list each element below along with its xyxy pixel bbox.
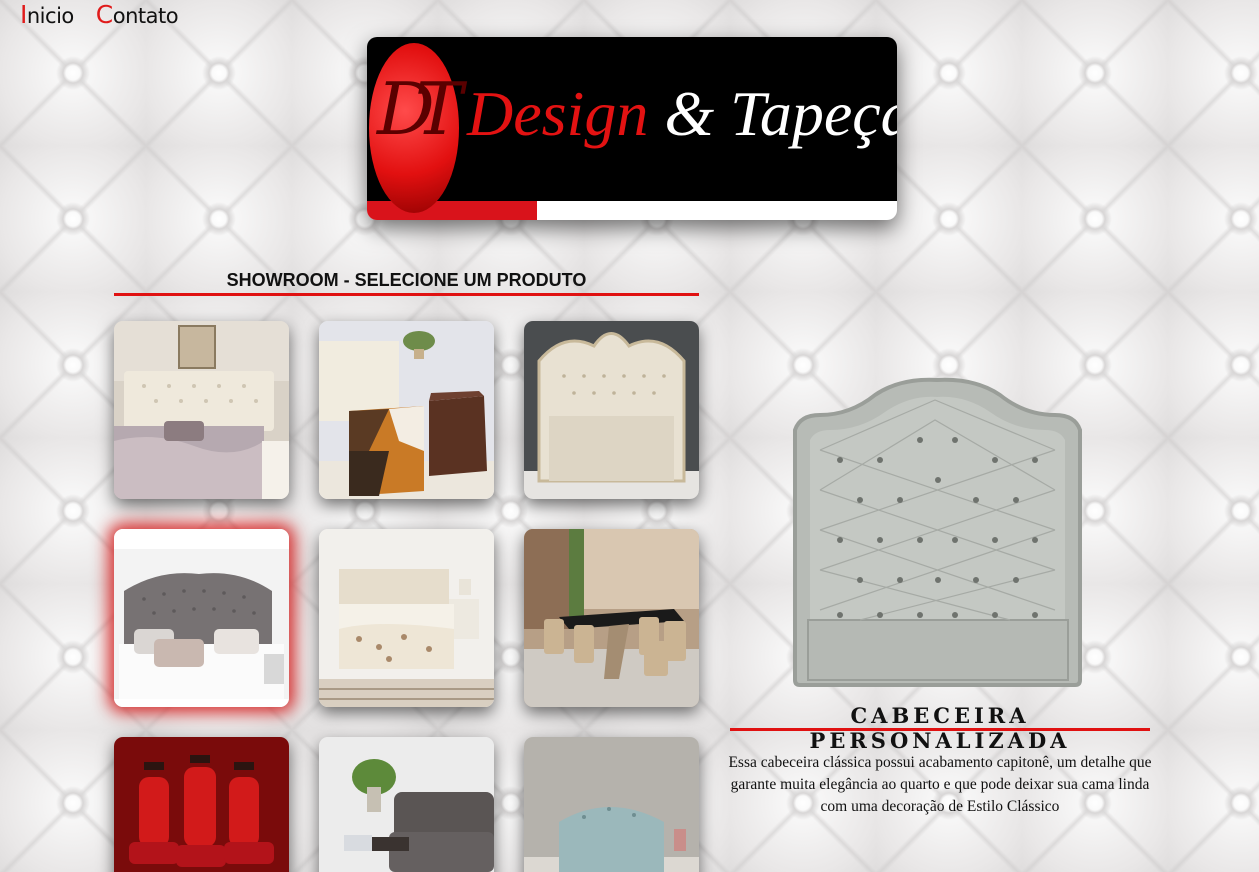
logo-word-tapecaria: Tapeçaria <box>730 78 897 149</box>
product-card-puff-azul[interactable] <box>524 737 699 872</box>
nav-initial-letter: I <box>20 0 27 29</box>
product-card-cabeceira-capitone-bege[interactable] <box>114 321 289 499</box>
product-card-sofa-cinza[interactable] <box>319 737 494 872</box>
selected-product-divider <box>730 728 1150 731</box>
dining-photo-icon <box>524 529 699 707</box>
headboard-photo-icon <box>524 321 699 499</box>
logo-ampersand: & <box>648 78 731 149</box>
brand-logo: DT Design & Tapeçaria <box>367 37 897 220</box>
product-card-cadeiras-vermelhas[interactable] <box>114 737 289 872</box>
selected-product-description: Essa cabeceira clássica possui acabament… <box>728 754 1152 815</box>
top-nav: Inicio Contato <box>20 0 179 29</box>
product-card-puffs-decorativos[interactable] <box>319 321 494 499</box>
showroom-divider <box>114 293 699 296</box>
sofa-photo-icon <box>319 737 494 872</box>
headboard-photo-icon <box>114 529 289 707</box>
chairs-photo-icon <box>114 737 289 872</box>
product-card-mesa-de-jantar-cadeiras[interactable] <box>524 529 699 707</box>
logo-word-design: Design <box>467 78 649 149</box>
bed-photo-icon <box>319 529 494 707</box>
ottoman-photo-icon <box>524 737 699 872</box>
nav-link-contato[interactable]: Contato <box>95 0 179 29</box>
showroom-title: SHOWROOM - SELECIONE UM PRODUTO <box>226 270 587 290</box>
ottoman-photo-icon <box>319 321 494 499</box>
logo-red-strip <box>367 201 537 220</box>
product-card-cama-box-bege[interactable] <box>319 529 494 707</box>
nav-link-text: nicio <box>26 4 74 28</box>
product-card-cabeceira-provencal[interactable] <box>524 321 699 499</box>
headboard-photo-icon <box>114 321 289 499</box>
nav-initial-letter: C <box>95 0 113 29</box>
logo-monogram: DT <box>377 67 463 151</box>
logo-wordmark: Design & Tapeçaria <box>467 77 897 151</box>
nav-link-inicio[interactable]: Inicio <box>20 0 74 29</box>
selected-product-image <box>793 377 1082 687</box>
nav-link-text: ontato <box>112 4 179 28</box>
product-card-cabeceira-personalizada[interactable] <box>114 529 289 707</box>
